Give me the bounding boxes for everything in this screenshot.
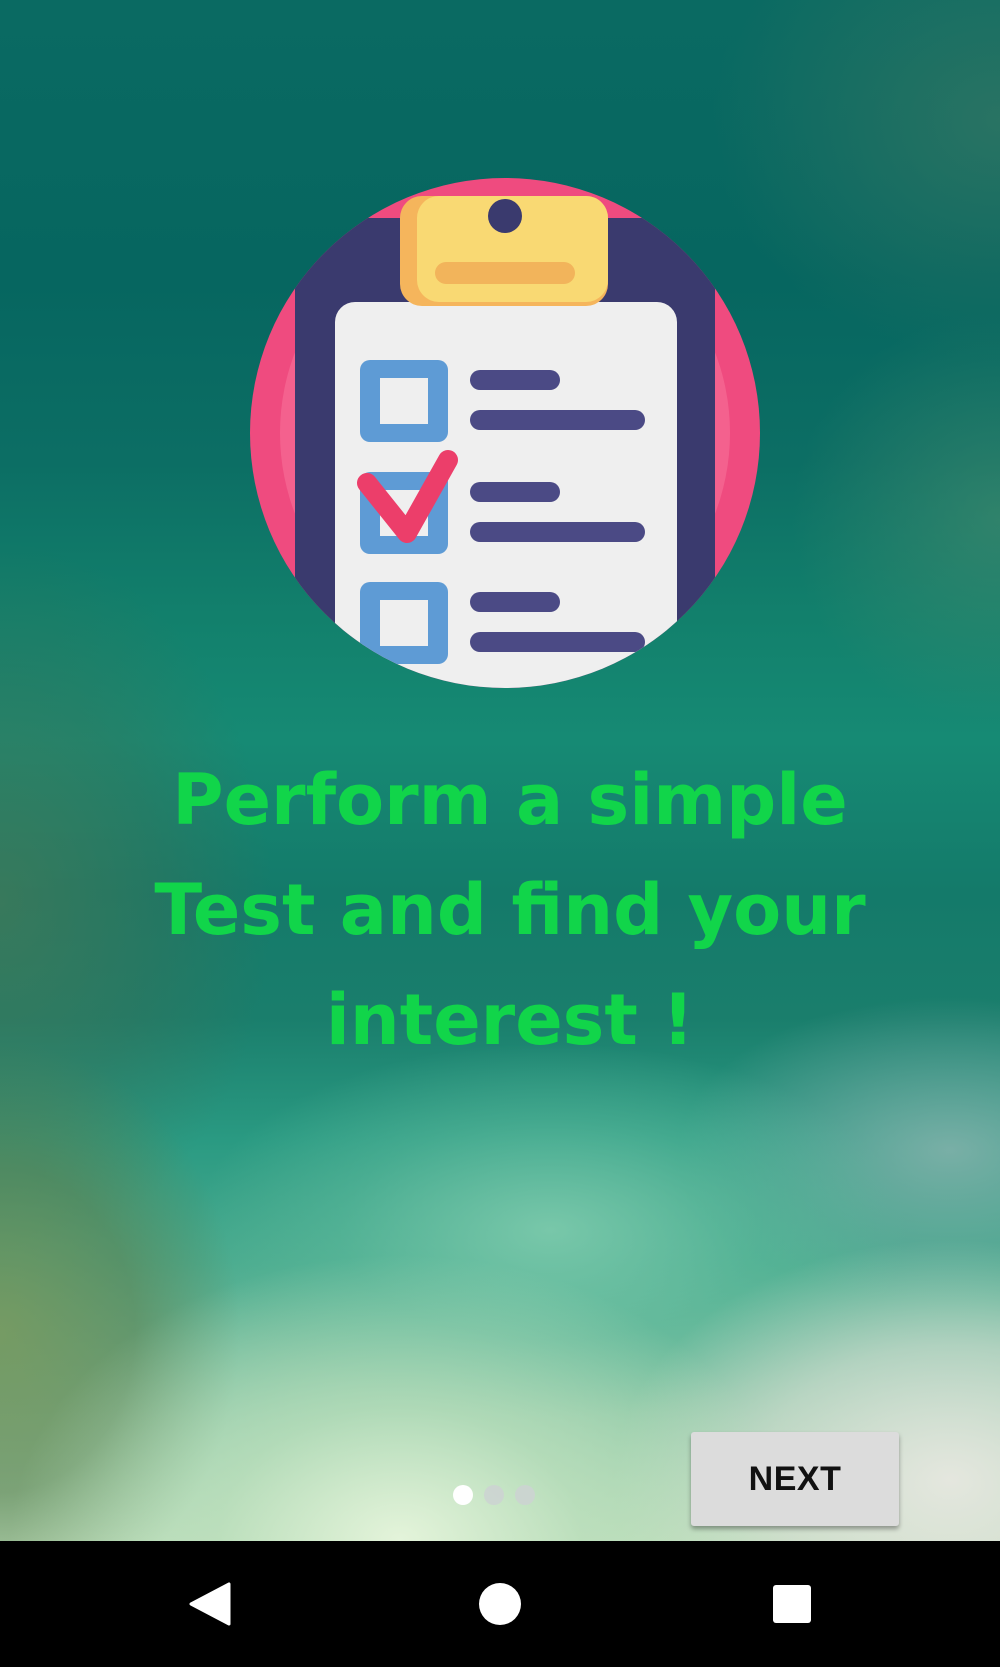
onboarding-headline: Perform a simple Test and find your inte… [154, 759, 866, 1061]
clipboard-checklist-icon [250, 178, 760, 688]
back-triangle-icon [189, 1582, 231, 1626]
page-indicator [453, 1485, 535, 1505]
onboarding-screen: Perform a simple Test and find your inte… [0, 0, 1000, 1667]
page-dot-1 [453, 1485, 473, 1505]
home-circle-icon [479, 1583, 521, 1625]
back-button[interactable] [120, 1541, 300, 1667]
system-navigation-bar [0, 1541, 1000, 1667]
page-dot-3 [515, 1485, 535, 1505]
next-button[interactable]: NEXT [691, 1432, 899, 1526]
onboarding-page: Perform a simple Test and find your inte… [0, 0, 1000, 1541]
home-button[interactable] [410, 1541, 590, 1667]
recents-square-icon [773, 1585, 811, 1623]
recents-button[interactable] [702, 1541, 882, 1667]
page-dot-2 [484, 1485, 504, 1505]
